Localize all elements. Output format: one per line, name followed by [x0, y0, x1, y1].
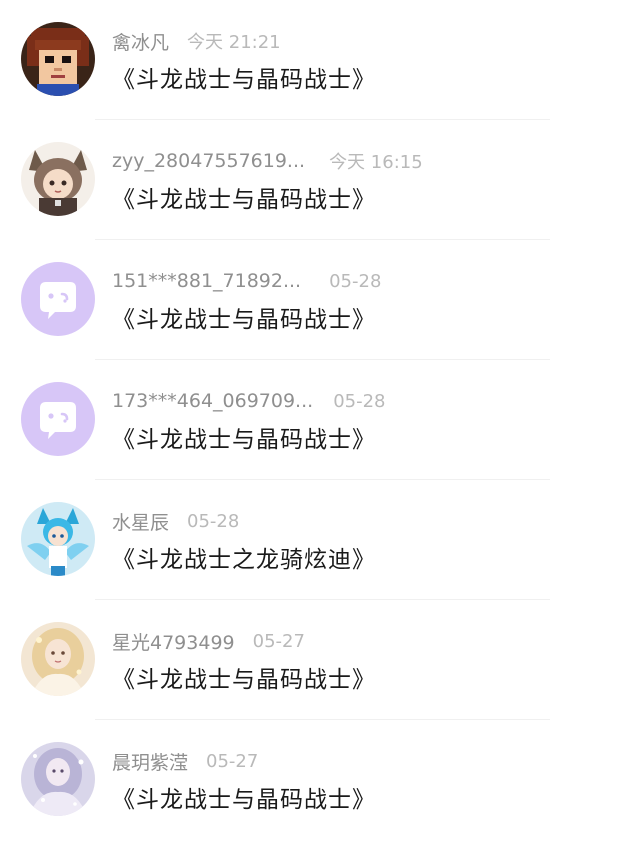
- timestamp: 05-27: [252, 630, 305, 652]
- list-item[interactable]: zyy_28047557619... 今天 16:15 《斗龙战士与晶码战士》: [0, 120, 640, 240]
- golden-angel-avatar-icon: [21, 622, 95, 696]
- list-item[interactable]: 禽冰凡 今天 21:21 《斗龙战士与晶码战士》: [0, 0, 640, 120]
- comment-meta: 晨玥紫滢 05-27: [112, 746, 258, 776]
- timestamp: 今天 21:21: [187, 32, 281, 53]
- list-item[interactable]: 173***464_069709... 05-28 《斗龙战士与晶码战士》: [0, 360, 640, 480]
- comment-list: 禽冰凡 今天 21:21 《斗龙战士与晶码战士》 zyy_28047557619…: [0, 0, 640, 849]
- comment-title[interactable]: 《斗龙战士之龙骑炫迪》: [112, 540, 376, 574]
- username[interactable]: 晨玥紫滢: [112, 748, 188, 775]
- timestamp: 今天 16:15: [329, 152, 423, 173]
- list-item[interactable]: 151***881_71892... 05-28 《斗龙战士与晶码战士》: [0, 240, 640, 360]
- timestamp: 05-28: [333, 390, 386, 412]
- comment-title[interactable]: 《斗龙战士与晶码战士》: [112, 60, 376, 94]
- comment-meta: 星光4793499 05-27: [112, 626, 305, 656]
- avatar[interactable]: [21, 22, 95, 96]
- default-chat-avatar-icon: [21, 262, 95, 336]
- username[interactable]: 151***881_71892...: [112, 270, 301, 292]
- comment-meta: 151***881_71892... 05-28: [112, 266, 381, 296]
- comment-title[interactable]: 《斗龙战士与晶码战士》: [112, 660, 376, 694]
- comment-title[interactable]: 《斗龙战士与晶码战士》: [112, 180, 376, 214]
- comment-meta: zyy_28047557619... 今天 16:15: [112, 146, 423, 176]
- comment-meta: 173***464_069709... 05-28: [112, 386, 386, 416]
- list-item[interactable]: 晨玥紫滢 05-27 《斗龙战士与晶码战士》: [0, 720, 640, 840]
- default-chat-avatar-icon: [21, 382, 95, 456]
- timestamp: 05-28: [329, 270, 382, 292]
- avatar[interactable]: [21, 742, 95, 816]
- avatar[interactable]: [21, 382, 95, 456]
- username[interactable]: 禽冰凡: [112, 28, 169, 55]
- pixel-boy-avatar-icon: [21, 22, 95, 96]
- avatar[interactable]: [21, 142, 95, 216]
- timestamp: 05-27: [206, 750, 259, 772]
- comment-title[interactable]: 《斗龙战士与晶码战士》: [112, 300, 376, 334]
- catgirl-avatar-icon: [21, 142, 95, 216]
- username[interactable]: zyy_28047557619...: [112, 150, 305, 172]
- username[interactable]: 173***464_069709...: [112, 390, 313, 412]
- username[interactable]: 水星辰: [112, 508, 169, 535]
- comment-title[interactable]: 《斗龙战士与晶码战士》: [112, 420, 376, 454]
- comment-title[interactable]: 《斗龙战士与晶码战士》: [112, 780, 376, 814]
- username[interactable]: 星光4793499: [112, 628, 235, 655]
- avatar[interactable]: [21, 622, 95, 696]
- timestamp: 05-28: [187, 510, 240, 532]
- comment-meta: 禽冰凡 今天 21:21: [112, 26, 281, 56]
- list-item[interactable]: 星光4793499 05-27 《斗龙战士与晶码战士》: [0, 600, 640, 720]
- comment-meta: 水星辰 05-28: [112, 506, 239, 536]
- avatar[interactable]: [21, 502, 95, 576]
- list-item[interactable]: 水星辰 05-28 《斗龙战士之龙骑炫迪》: [0, 480, 640, 600]
- blue-anime-avatar-icon: [21, 502, 95, 576]
- avatar[interactable]: [21, 262, 95, 336]
- silver-angel-avatar-icon: [21, 742, 95, 816]
